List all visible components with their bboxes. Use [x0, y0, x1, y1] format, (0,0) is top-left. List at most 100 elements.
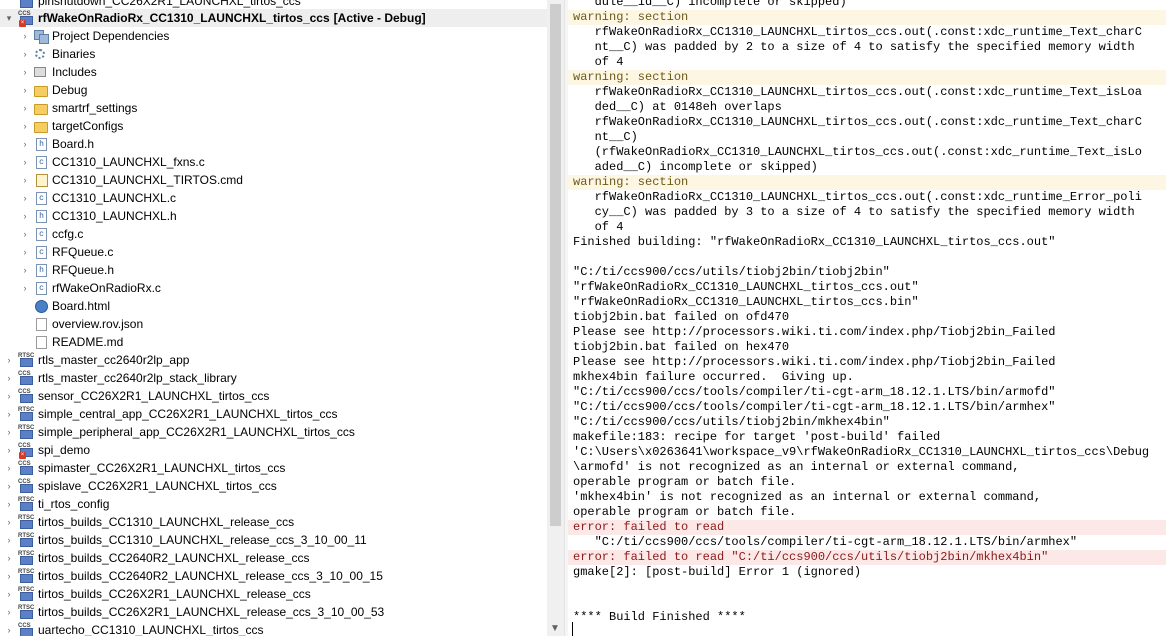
tree-item[interactable]: › RTSC simple_peripheral_app_CC26X2R1_LAUN… — [0, 423, 547, 441]
tree-item-label: uartecho_CC1310_LAUNCHXL_tirtos_ccs — [38, 623, 264, 636]
expand-arrow-icon[interactable]: › — [20, 193, 30, 203]
project-folder-icon: RTSC — [18, 587, 34, 602]
scroll-down-arrow-icon[interactable]: ▼ — [550, 624, 560, 634]
tree-item-label: Project Dependencies — [52, 29, 170, 43]
expand-arrow-icon[interactable]: › — [20, 175, 30, 185]
tree-item[interactable]: › RTSC tirtos_builds_CC2640R2_LAUNCHXL_rel… — [0, 567, 547, 585]
expand-arrow-icon[interactable]: › — [4, 427, 14, 437]
expand-arrow-icon[interactable]: › — [20, 229, 30, 239]
tree-item[interactable]: › RTSC tirtos_builds_CC26X2R1_LAUNCHXL_rel… — [0, 585, 547, 603]
console-error-line: error: failed to read "C:/ti/ccs900/ccs/… — [568, 550, 1166, 565]
tree-item[interactable]: › RTSC tirtos_builds_CC2640R2_LAUNCHXL_rel… — [0, 549, 547, 567]
tree-item-label: ccfg.c — [52, 227, 84, 241]
console-line: gmake[2]: [post-build] Error 1 (ignored) — [573, 565, 862, 579]
expand-arrow-icon[interactable]: › — [20, 139, 30, 149]
expand-arrow-icon[interactable]: › — [20, 211, 30, 221]
tree-item[interactable]: › RTSC tirtos_builds_CC26X2R1_LAUNCHXL_rel… — [0, 603, 547, 621]
tree-item[interactable]: › CCS spislave_CC26X2R1_LAUNCHXL_tirtos_cc… — [0, 477, 547, 495]
expand-arrow-icon[interactable]: › — [4, 481, 14, 491]
tree-item[interactable]: › c CC1310_LAUNCHXL.c — [0, 189, 547, 207]
scrollbar-thumb[interactable] — [550, 4, 561, 526]
expand-arrow-icon[interactable]: › — [20, 31, 30, 41]
project-folder-icon: RTSC — [18, 497, 34, 512]
expand-arrow-icon[interactable]: › — [20, 121, 30, 131]
tree-item[interactable]: › CCS uartecho_CC1310_LAUNCHXL_tirtos_ccs — [0, 621, 547, 636]
tree-item[interactable]: › h Board.h — [0, 135, 547, 153]
expand-arrow-icon[interactable]: › — [4, 535, 14, 545]
expand-arrow-icon[interactable]: › — [20, 283, 30, 293]
folder-icon — [34, 121, 48, 133]
tree-item[interactable]: ▾ CCS × rfWakeOnRadioRx_CC1310_LAUNCHXL_tir… — [0, 9, 547, 27]
expand-arrow-icon[interactable]: › — [4, 571, 14, 581]
expand-arrow-icon[interactable]: › — [4, 355, 14, 365]
expand-arrow-icon[interactable]: › — [20, 247, 30, 257]
tree-item[interactable]: › RTSC ti_rtos_config — [0, 495, 547, 513]
tree-item[interactable]: › Project Dependencies — [0, 27, 547, 45]
tree-item[interactable]: › RTSC simple_central_app_CC26X2R1_LAUNCHX… — [0, 405, 547, 423]
tree-item[interactable]: › CCS × spi_demo — [0, 441, 547, 459]
tree-item-label: Debug — [52, 83, 88, 97]
tree-item[interactable]: › RTSC rtls_master_cc2640r2lp_app — [0, 351, 547, 369]
expand-arrow-icon[interactable]: › — [4, 409, 14, 419]
project-folder-icon: CCS × — [18, 443, 34, 459]
tree-item[interactable]: › CCS sensor_CC26X2R1_LAUNCHXL_tirtos_ccs — [0, 387, 547, 405]
console-line: nt__C) — [573, 130, 638, 144]
expand-arrow-icon[interactable]: › — [20, 157, 30, 167]
expand-arrow-icon[interactable]: › — [20, 85, 30, 95]
console-line: of 4 — [573, 55, 624, 69]
collapse-arrow-icon[interactable]: ▾ — [4, 13, 14, 23]
tree-item[interactable]: › c RFQueue.c — [0, 243, 547, 261]
header-file-icon: h — [36, 209, 47, 223]
tree-item[interactable]: › Debug — [0, 81, 547, 99]
tree-item[interactable]: › h CC1310_LAUNCHXL.h — [0, 207, 547, 225]
explorer-vertical-scrollbar[interactable]: ▼ — [547, 0, 564, 636]
tree-item[interactable]: README.md — [0, 333, 547, 351]
tree-item-label: rfWakeOnRadioRx.c — [52, 281, 161, 295]
tree-item[interactable]: › RTSC tirtos_builds_CC1310_LAUNCHXL_relea… — [0, 513, 547, 531]
tree-item-label: rtls_master_cc2640r2lp_app — [38, 353, 190, 367]
expand-arrow-icon[interactable]: › — [4, 607, 14, 617]
tree-item[interactable]: › c rfWakeOnRadioRx.c — [0, 279, 547, 297]
tree-item[interactable]: › Includes — [0, 63, 547, 81]
expand-arrow-icon[interactable]: › — [4, 589, 14, 599]
expand-arrow-icon[interactable]: › — [4, 391, 14, 401]
expand-arrow-icon[interactable]: › — [20, 67, 30, 77]
expand-arrow-icon[interactable]: › — [4, 499, 14, 509]
tree-item[interactable]: Board.html — [0, 297, 547, 315]
project-folder-icon: RTSC — [18, 569, 34, 584]
expand-arrow-icon[interactable]: › — [4, 625, 14, 635]
expand-arrow-icon[interactable]: › — [20, 265, 30, 275]
console-line: **** Build Finished **** — [573, 610, 746, 624]
console-line: "C:/ti/ccs900/ccs/tools/compiler/ti-cgt-… — [573, 535, 1078, 549]
tree-item[interactable]: › CCS rtls_master_cc2640r2lp_stack_library — [0, 369, 547, 387]
tree-item[interactable]: › h RFQueue.h — [0, 261, 547, 279]
tree-item[interactable]: › targetConfigs — [0, 117, 547, 135]
tree-item[interactable]: › c ccfg.c — [0, 225, 547, 243]
expand-arrow-icon[interactable]: › — [4, 553, 14, 563]
expand-arrow-icon[interactable]: › — [4, 517, 14, 527]
build-console[interactable]: dule__id__C) incomplete or skipped) warni… — [568, 0, 1166, 636]
tree-item[interactable]: › smartrf_settings — [0, 99, 547, 117]
console-line: \armofd' is not recognized as an interna… — [573, 460, 1020, 474]
console-warning-line: warning: section — [568, 175, 1166, 190]
tree-item[interactable]: overview.rov.json — [0, 315, 547, 333]
expand-arrow-icon[interactable]: › — [20, 103, 30, 113]
globe-icon — [35, 299, 48, 313]
console-line: rfWakeOnRadioRx_CC1310_LAUNCHXL_tirtos_c… — [573, 25, 1142, 39]
tree-item[interactable]: › c CC1310_LAUNCHXL_fxns.c — [0, 153, 547, 171]
tree-item[interactable]: › CCS spimaster_CC26X2R1_LAUNCHXL_tirtos_c… — [0, 459, 547, 477]
tree-item[interactable]: › RTSC tirtos_builds_CC1310_LAUNCHXL_relea… — [0, 531, 547, 549]
expand-arrow-icon[interactable]: › — [20, 49, 30, 59]
tree-item-label: tirtos_builds_CC1310_LAUNCHXL_release_cc… — [38, 533, 367, 547]
tree-item-label: spimaster_CC26X2R1_LAUNCHXL_tirtos_ccs — [38, 461, 286, 475]
expand-arrow-icon[interactable]: › — [4, 373, 14, 383]
tree-item-label: rfWakeOnRadioRx_CC1310_LAUNCHXL_tirtos_c… — [38, 11, 330, 25]
tree-item[interactable]: › Binaries — [0, 45, 547, 63]
project-folder-icon: CCS — [18, 479, 34, 494]
project-folder-icon: RTSC — [18, 353, 34, 368]
expand-arrow-icon[interactable]: › — [4, 445, 14, 455]
expand-arrow-icon[interactable]: › — [4, 463, 14, 473]
tree-item[interactable]: › CC1310_LAUNCHXL_TIRTOS.cmd — [0, 171, 547, 189]
